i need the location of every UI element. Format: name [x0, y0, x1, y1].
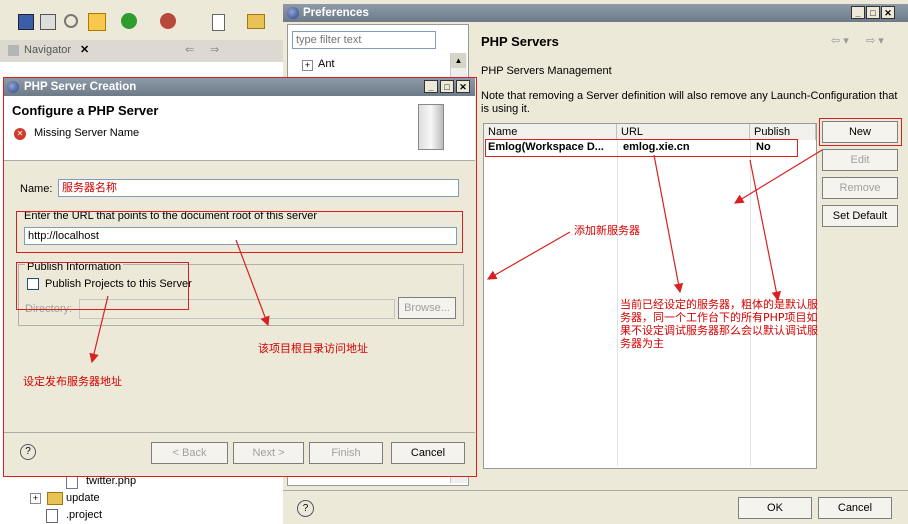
arrow-new-server — [733, 149, 823, 204]
annotation-arrows — [89, 149, 823, 364]
annotation-root-url: 该项目根目录访问地址 — [258, 342, 368, 355]
arrow-row — [653, 154, 684, 294]
annotation-add-server: 添加新服务器 — [574, 224, 640, 237]
arrow-publish — [89, 295, 109, 364]
arrow-url — [235, 239, 270, 327]
arrow-row-2 — [749, 159, 782, 302]
arrow-dialog — [486, 231, 571, 280]
annotation-current-server: 当前已经设定的服务器，粗体的是默认服务器，同一个工作台下的所有PHP项目如果不设… — [620, 298, 818, 350]
annotation-publish-addr: 设定发布服务器地址 — [23, 375, 122, 388]
